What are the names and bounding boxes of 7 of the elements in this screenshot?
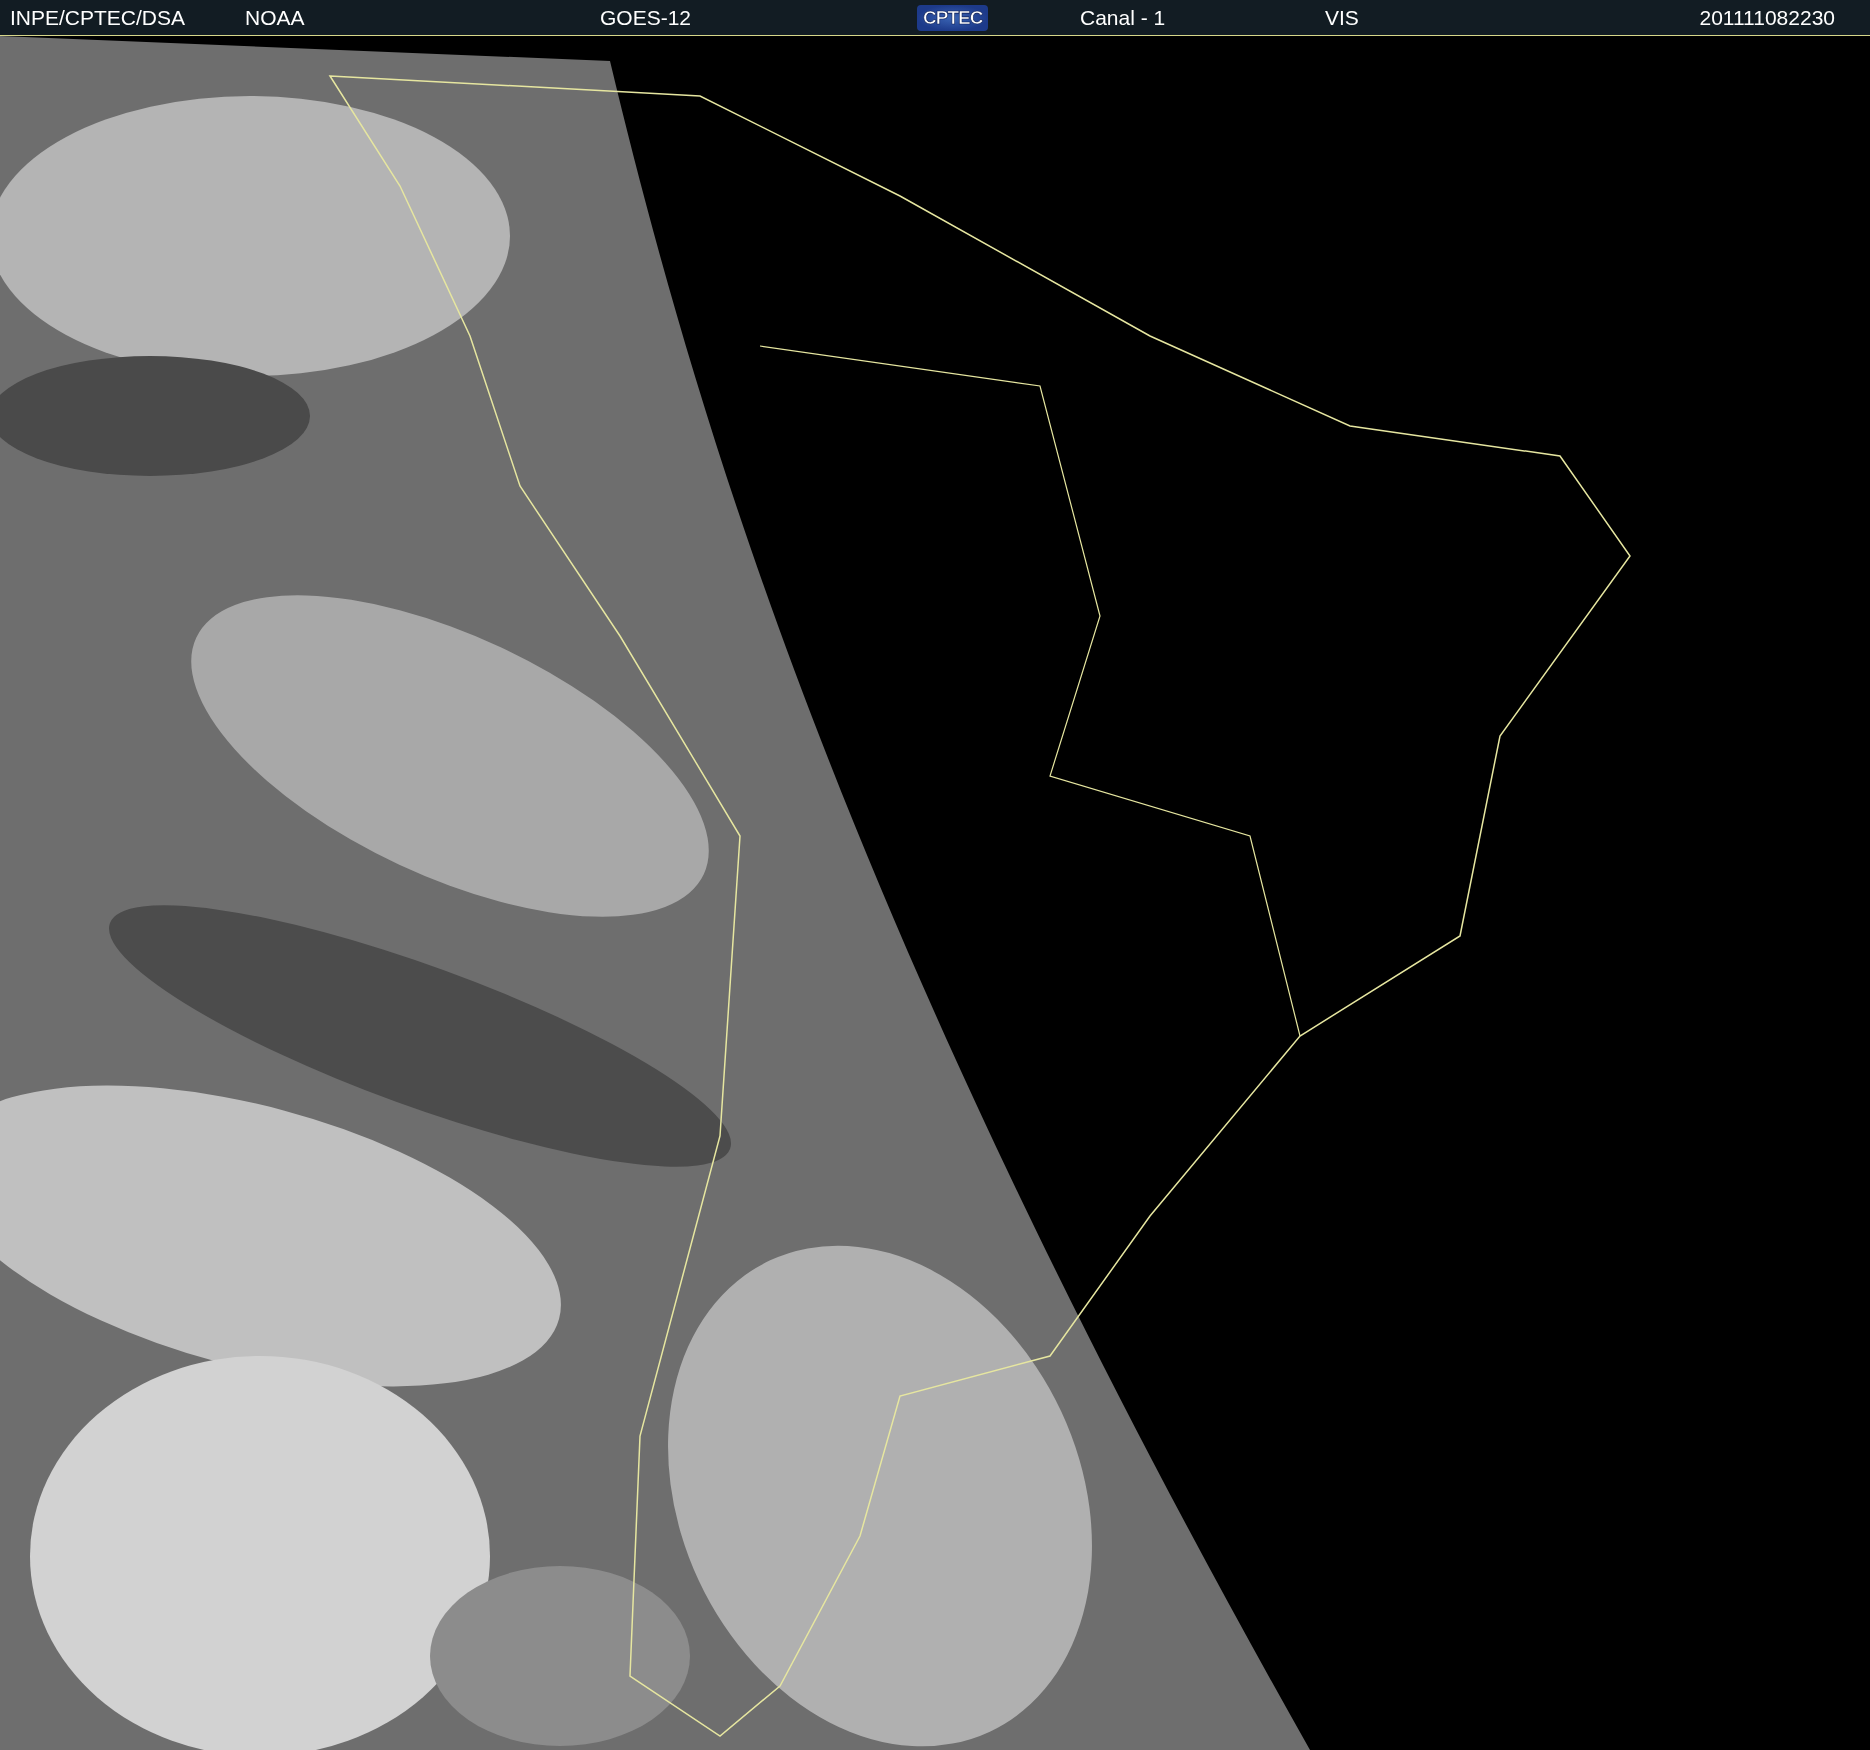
logo: CPTEC	[917, 4, 989, 31]
band-label: VIS	[1325, 5, 1359, 30]
channel-label: Canal - 1	[1080, 5, 1166, 30]
timestamp-label: 201111082230	[1699, 5, 1835, 30]
source-label: INPE/CPTEC/DSA	[10, 5, 186, 30]
agency-label: NOAA	[245, 5, 305, 30]
satellite-label: GOES-12	[600, 5, 692, 30]
